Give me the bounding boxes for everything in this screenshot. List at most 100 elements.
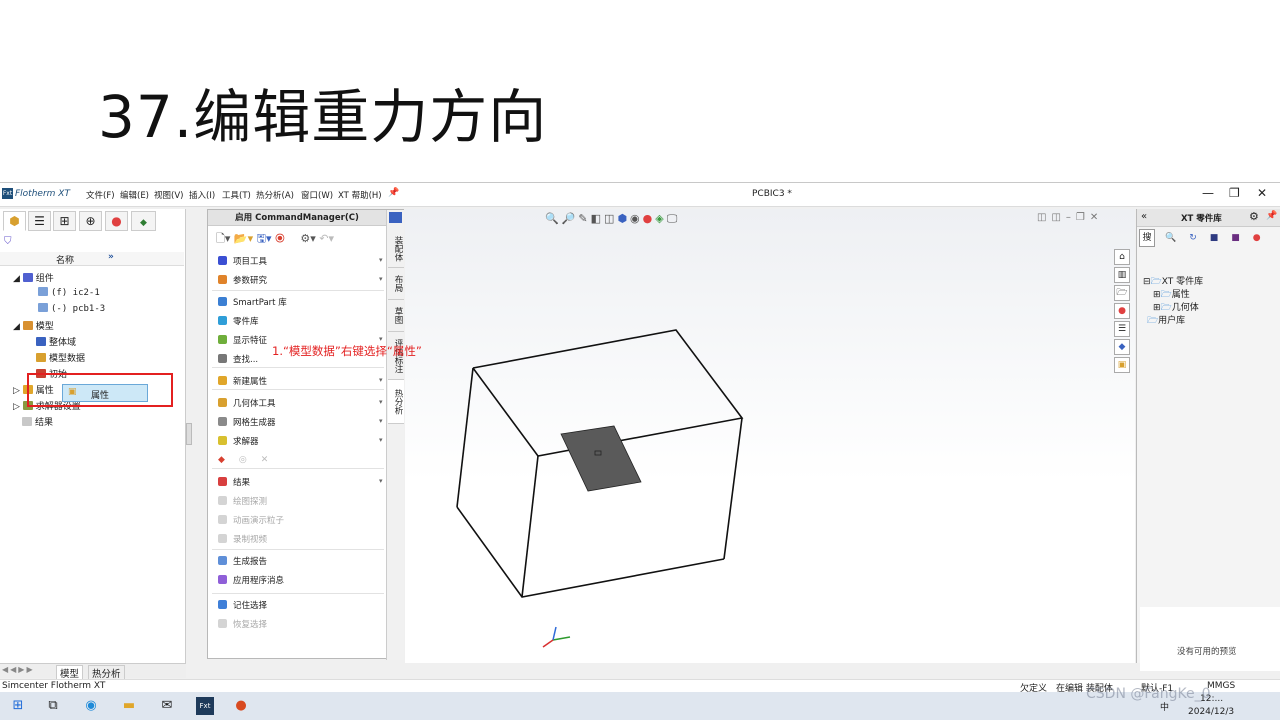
cmd-item-expand-icon[interactable]: ▾ — [379, 376, 383, 384]
tree-item-ic2[interactable]: (f) ic2-1 — [38, 287, 100, 298]
filter-icon[interactable]: ⛉ — [4, 236, 12, 247]
pin-pane-icon[interactable]: 📌 — [1266, 211, 1277, 221]
tree-item-pcb1[interactable]: (-) pcb1-3 — [38, 303, 105, 314]
cmd-item-label: 恢复选择 — [233, 620, 268, 630]
tab-property-manager[interactable]: ☰ — [28, 211, 51, 231]
appearances-icon[interactable]: ● — [1114, 303, 1130, 319]
cmd-item[interactable]: 应用程序消息 — [218, 574, 284, 586]
custom-props-icon[interactable]: ☰ — [1114, 321, 1130, 337]
menu-thermal[interactable]: 热分析(A) — [256, 189, 294, 201]
cmd-item-expand-icon[interactable]: ▾ — [379, 275, 383, 283]
cmd-item[interactable]: 项目工具 — [218, 255, 267, 267]
side-tab-layout[interactable]: 布局 — [388, 268, 404, 300]
task-view-icon[interactable]: ⧉ — [44, 697, 62, 715]
graphics-viewport[interactable]: 🔍🔎✎◧◫⬢◉●◈🖵 ◫◫–❐✕ 1.“模型数据”右键选择“属性” — [272, 209, 1135, 663]
pin-icon[interactable]: 📌 — [388, 188, 399, 198]
pcb-board[interactable] — [560, 425, 642, 492]
panel-toggle-icon[interactable] — [389, 212, 402, 223]
command-manager-header[interactable]: 启用 CommandManager(C) — [208, 210, 386, 226]
lib-item-user[interactable]: 🗁用户库 — [1147, 313, 1185, 329]
mail-icon[interactable]: ✉ — [158, 697, 176, 715]
cmd-item-expand-icon[interactable]: ▾ — [379, 256, 383, 264]
menu-tools[interactable]: 工具(T) — [222, 189, 251, 201]
edge-icon[interactable]: ◉ — [82, 697, 100, 715]
tab-feature-manager[interactable]: ⬢ — [3, 211, 26, 231]
new-icon[interactable]: 🗋▾ — [216, 232, 230, 245]
resources-icon[interactable]: ▥ — [1114, 267, 1130, 283]
cmd-item[interactable]: 查找... — [218, 353, 258, 365]
cmd-item-expand-icon[interactable]: ▾ — [379, 436, 383, 444]
splitter-handle[interactable] — [186, 423, 192, 445]
home-icon[interactable]: ⌂ — [1114, 249, 1130, 265]
cmd-item-expand-icon[interactable]: ▾ — [379, 417, 383, 425]
minimize-icon[interactable]: — — [1202, 186, 1214, 200]
open-icon[interactable]: 📂▾ — [234, 232, 253, 245]
cmd-item[interactable]: 几何体工具 — [218, 397, 276, 409]
tab-display-manager[interactable]: ● — [105, 211, 128, 231]
status-units[interactable]: MMGS — [1207, 681, 1235, 691]
tree-item-model[interactable]: ◢ 模型 — [13, 319, 54, 332]
options-icon[interactable]: ⚙▾ — [300, 232, 315, 245]
menu-file[interactable]: 文件(F) — [86, 189, 115, 201]
cmd-toolbar: 🗋▾ 📂▾ 🖫▾ ⦿ ⚙▾ ↶▾ — [216, 230, 334, 249]
menu-insert[interactable]: 插入(I) — [189, 189, 215, 201]
tree-item-components[interactable]: ◢ 组件 — [13, 271, 54, 284]
menu-view[interactable]: 视图(V) — [154, 189, 183, 201]
tab-scroll-icons[interactable]: ◀◀▶▶ — [2, 665, 35, 674]
cmd-separator — [212, 468, 384, 469]
side-tab-thermal[interactable]: 热分析 — [388, 380, 404, 424]
cmd-item[interactable]: 零件库 — [218, 315, 259, 327]
undo-icon[interactable]: ↶▾ — [319, 232, 334, 245]
powerpoint-icon[interactable]: ● — [232, 697, 250, 715]
cmd-item[interactable]: 记住选择 — [218, 599, 267, 611]
cmd-item[interactable]: 网格生成器 — [218, 416, 276, 428]
tab-config-manager[interactable]: ⊞ — [53, 211, 76, 231]
material-icon[interactable]: ■ — [1231, 233, 1253, 243]
tab-flotherm[interactable]: ◆ — [131, 211, 156, 231]
tree-item-results[interactable]: 结果 — [22, 415, 53, 428]
save-icon[interactable]: 🖫▾ — [257, 232, 272, 245]
side-tab-sketch[interactable]: 草图 — [388, 300, 404, 332]
settings-icon[interactable]: ⚙ — [1249, 210, 1259, 223]
cmd-item[interactable]: 求解器 — [218, 435, 259, 447]
expand-columns-icon[interactable]: » — [108, 252, 114, 262]
restore-icon[interactable]: ❐ — [1229, 186, 1240, 200]
file-explorer-taskbar-icon[interactable]: ▬ — [120, 697, 138, 715]
menu-window[interactable]: 窗口(W) — [301, 189, 333, 201]
library-icon[interactable]: ■ — [1210, 233, 1232, 243]
refresh-icon[interactable]: ↻ — [1189, 233, 1210, 243]
cmd-item[interactable]: 参数研究 — [218, 274, 267, 286]
cmd-item-icon — [218, 275, 227, 284]
cmd-item-expand-icon[interactable]: ▾ — [379, 335, 383, 343]
cmd-item[interactable]: 显示特征 — [218, 334, 267, 346]
tab-dimxpert[interactable]: ⊕ — [79, 211, 102, 231]
pause-icon[interactable]: ◎ — [239, 455, 261, 465]
xt-library-icon[interactable]: ▣ — [1114, 357, 1130, 373]
close-icon[interactable]: ✕ — [1257, 186, 1267, 200]
color-icon[interactable]: ● — [1253, 233, 1274, 243]
start-icon[interactable]: ⊞ — [9, 697, 27, 715]
design-library-icon[interactable]: ◆ — [1114, 339, 1130, 355]
side-tab-assembly[interactable]: 装配体 — [388, 230, 404, 268]
tree-item-model-data[interactable]: 模型数据 — [36, 351, 85, 364]
cmd-item[interactable]: 结果 — [218, 476, 250, 488]
cmd-item-expand-icon[interactable]: ▾ — [379, 477, 383, 485]
cmd-item[interactable]: SmartPart 库 — [218, 296, 287, 308]
file-explorer-icon[interactable]: 🗁 — [1114, 285, 1130, 301]
traffic-light-icon[interactable]: ⦿ — [275, 232, 285, 245]
cmd-item[interactable]: 生成报告 — [218, 555, 267, 567]
collapse-pane-icon[interactable]: « — [1141, 211, 1147, 222]
cmd-item-expand-icon[interactable]: ▾ — [379, 398, 383, 406]
search-icon[interactable]: 搜 — [1139, 229, 1155, 247]
flotherm-icon: ◆ — [140, 218, 147, 228]
tree-item-whole-domain[interactable]: 整体域 — [36, 335, 76, 348]
clock-date[interactable]: 2024/12/3 — [1188, 707, 1234, 717]
flotherm-taskbar-icon[interactable]: Fxt — [196, 697, 214, 715]
triad-axes — [542, 626, 571, 648]
menu-edit[interactable]: 编辑(E) — [120, 189, 149, 201]
find-icon[interactable]: 🔍 — [1165, 233, 1189, 243]
menu-help[interactable]: XT 帮助(H) — [338, 189, 382, 201]
run-icon[interactable]: ◆ — [218, 455, 239, 465]
cmd-item[interactable]: 新建属性 — [218, 375, 267, 387]
stop-icon[interactable]: ✕ — [261, 455, 283, 465]
